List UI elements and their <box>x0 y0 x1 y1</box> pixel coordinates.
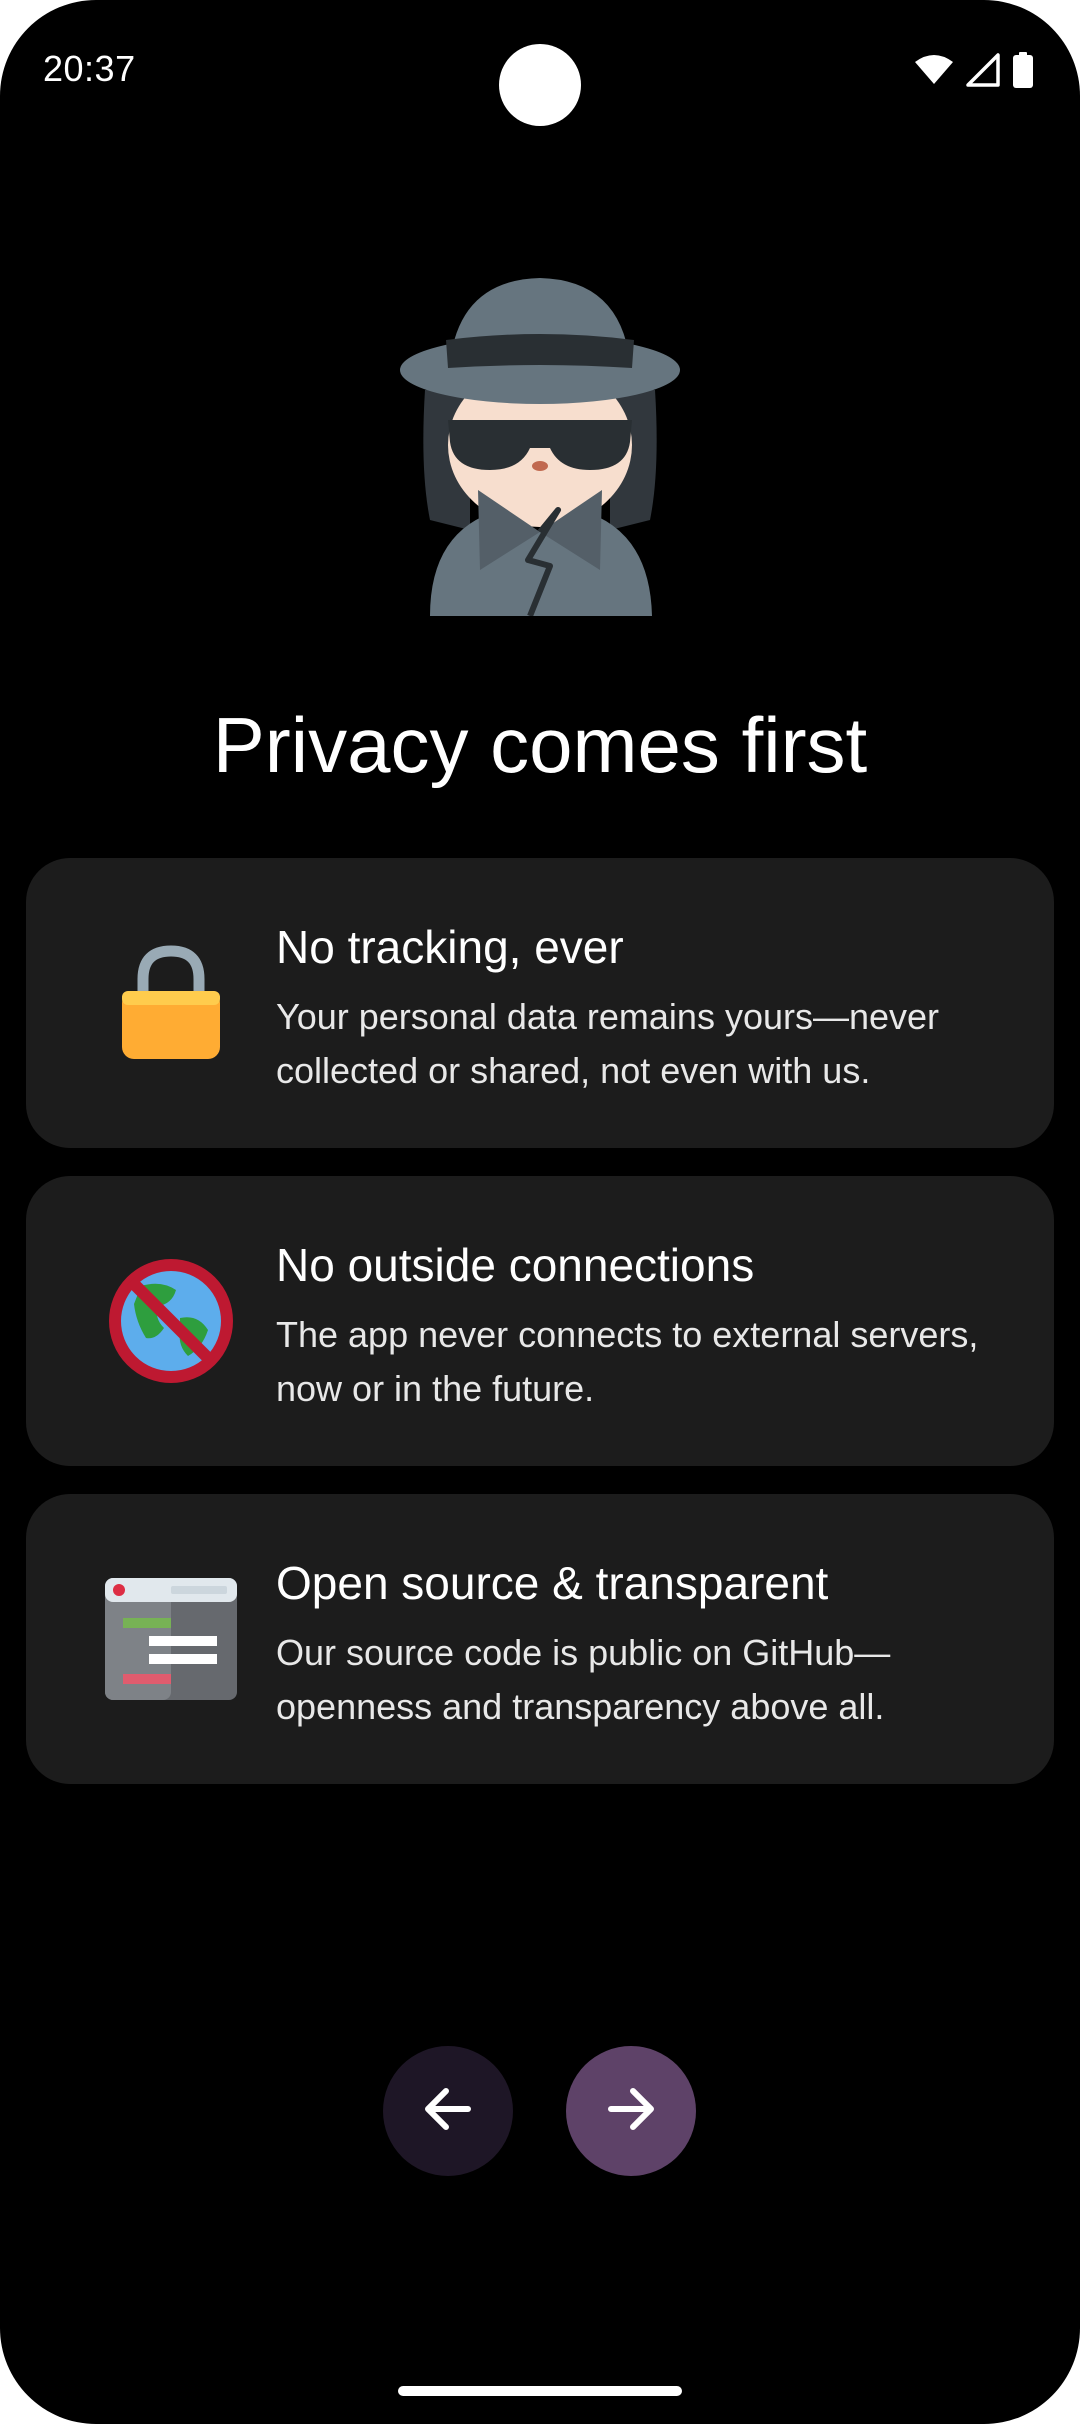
lock-icon <box>76 938 266 1068</box>
status-time: 20:37 <box>43 48 136 89</box>
battery-icon <box>1012 52 1034 88</box>
camera-cutout <box>499 44 581 126</box>
card-title: No tracking, ever <box>276 921 624 973</box>
feature-card-no-connections: No outside connections The app never con… <box>26 1176 1054 1466</box>
phone-screen: 20:37 Privacy comes first No tracking, e… <box>0 0 1080 2424</box>
source-code-window-icon <box>76 1574 266 1704</box>
arrow-left-icon <box>420 2081 476 2142</box>
home-indicator[interactable] <box>398 2386 682 2396</box>
card-description: Your personal data remains yours—never c… <box>276 996 940 1091</box>
card-title: No outside connections <box>276 1239 755 1291</box>
next-button[interactable] <box>566 2046 696 2176</box>
cell-signal-icon <box>966 53 1000 87</box>
card-title: Open source & transparent <box>276 1557 829 1609</box>
wifi-icon <box>914 54 954 86</box>
feature-card-open-source: Open source & transparent Our source cod… <box>26 1494 1054 1784</box>
back-button[interactable] <box>383 2046 513 2176</box>
page-title: Privacy comes first <box>212 701 868 789</box>
no-globe-icon <box>76 1256 266 1386</box>
arrow-right-icon <box>603 2081 659 2142</box>
feature-card-no-tracking: No tracking, ever Your personal data rem… <box>26 858 1054 1148</box>
card-description: The app never connects to external serve… <box>276 1314 979 1409</box>
status-icons <box>914 52 1034 88</box>
detective-icon <box>390 270 690 618</box>
card-description: Our source code is public on GitHub—open… <box>276 1632 891 1727</box>
